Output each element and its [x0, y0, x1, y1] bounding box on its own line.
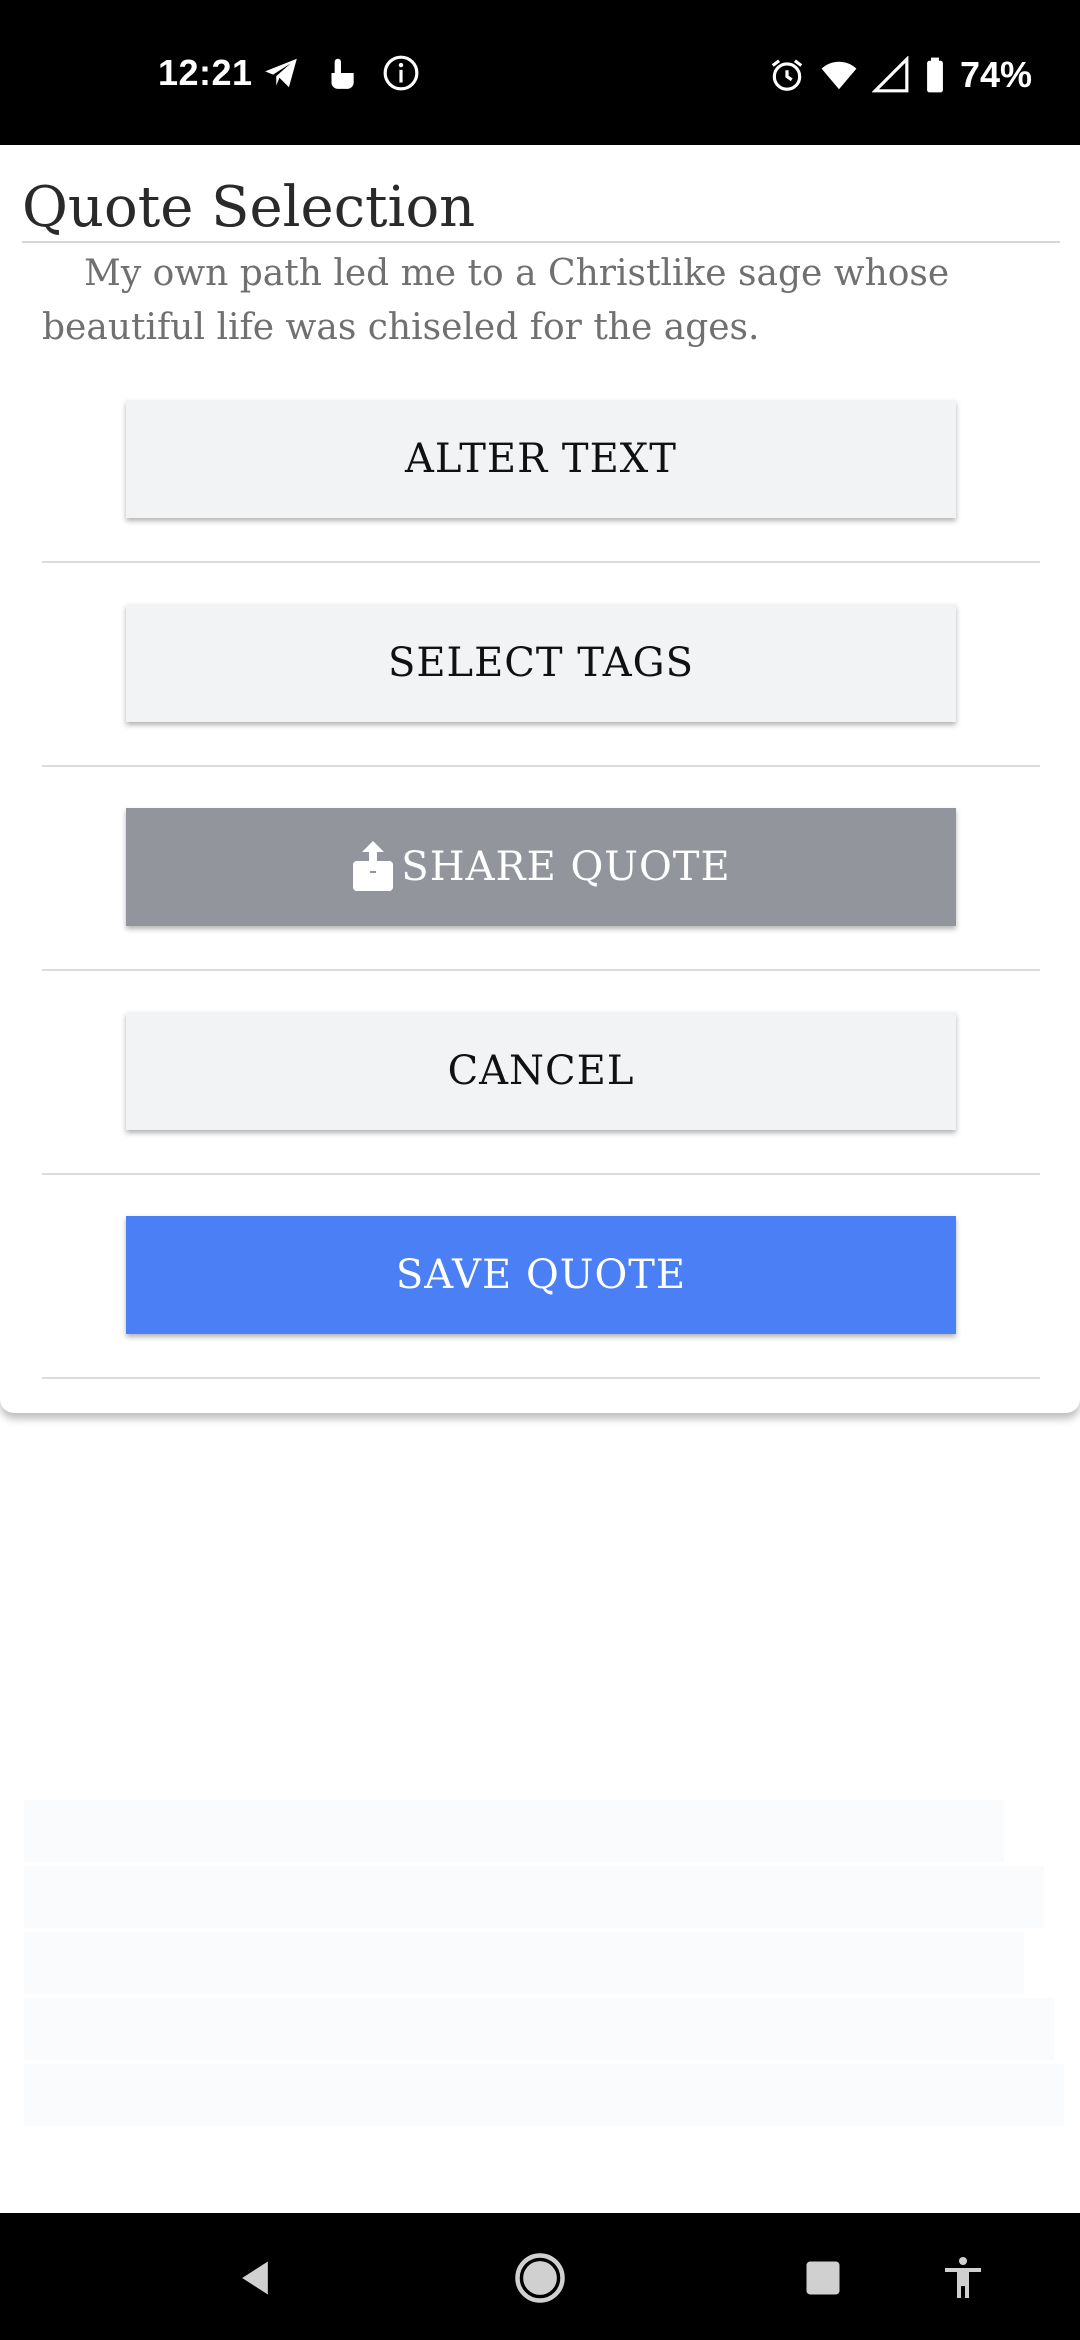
background-content: [24, 1800, 1064, 2126]
dialog-title: Quote Selection: [22, 175, 476, 240]
quote-selection-dialog: Quote Selection My own path led me to a …: [0, 145, 1080, 1413]
quote-text: My own path led me to a Christlike sage …: [42, 253, 950, 348]
divider: [42, 1377, 1040, 1379]
alarm-icon: [768, 56, 806, 94]
divider: [42, 1173, 1040, 1175]
divider: [42, 561, 1040, 563]
info-icon: [382, 54, 420, 92]
divider: [42, 969, 1040, 971]
cancel-button[interactable]: CANCEL: [126, 1012, 956, 1130]
save-quote-button[interactable]: SAVE QUOTE: [126, 1216, 956, 1334]
battery-icon: [924, 56, 946, 94]
share-quote-button[interactable]: SHARE QUOTE: [126, 808, 956, 926]
signal-icon: [871, 55, 910, 94]
divider: [42, 765, 1040, 767]
select-tags-button[interactable]: SELECT TAGS: [126, 604, 956, 722]
title-divider: [22, 241, 1060, 243]
status-bar: 12:21 74%: [0, 0, 1080, 145]
touch-icon: [322, 54, 360, 92]
telegram-icon: [262, 54, 300, 92]
recents-icon[interactable]: [794, 2249, 852, 2307]
alter-text-button[interactable]: ALTER TEXT: [126, 400, 956, 518]
status-time: 12:21: [158, 52, 253, 93]
accessibility-icon[interactable]: [934, 2249, 992, 2307]
wifi-icon: [820, 56, 858, 94]
back-icon[interactable]: [226, 2249, 284, 2307]
share-quote-label: SHARE QUOTE: [401, 844, 731, 890]
battery-percent: 74%: [959, 54, 1032, 95]
navigation-bar: [0, 2213, 1080, 2340]
share-icon: [351, 841, 395, 893]
home-icon[interactable]: [511, 2249, 569, 2307]
